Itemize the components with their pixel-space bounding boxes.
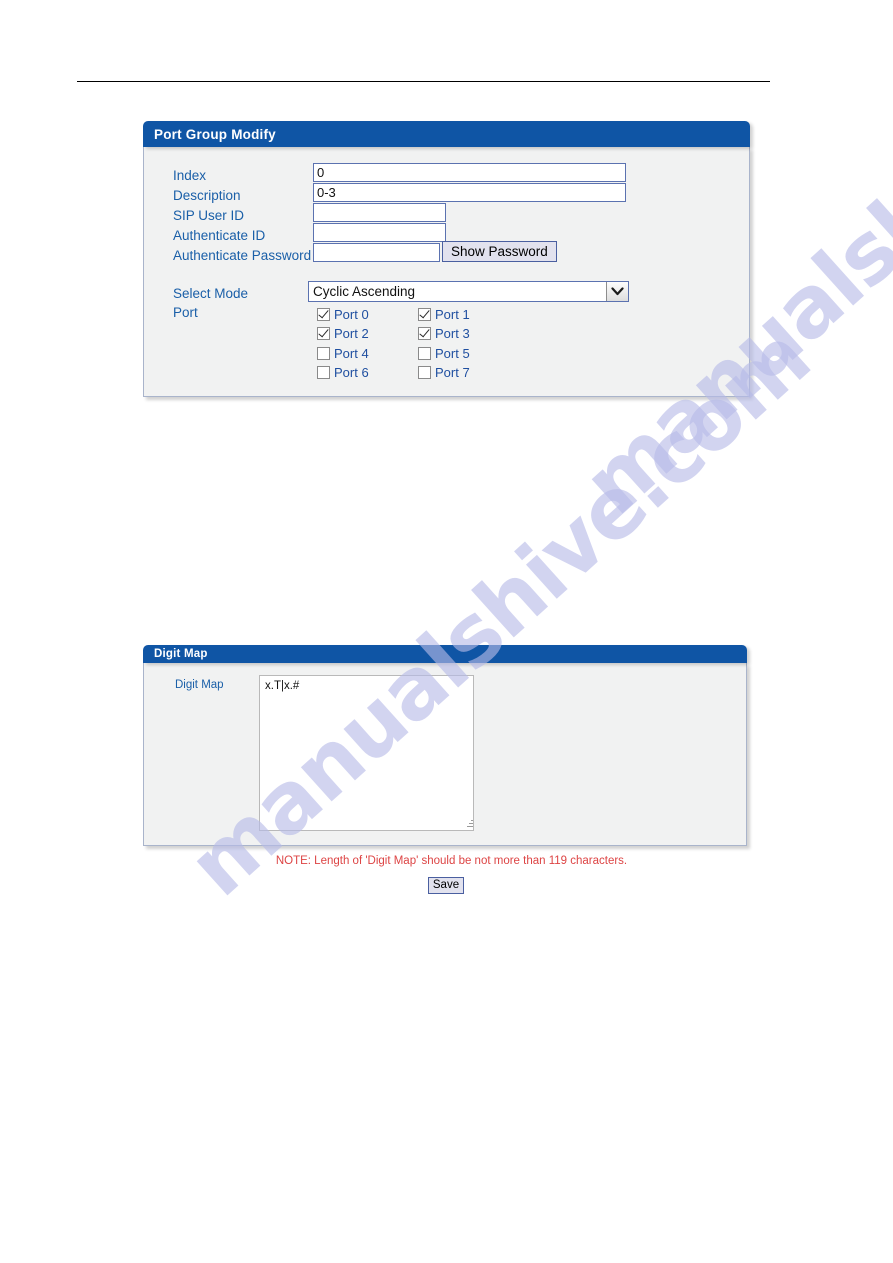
digit-map-note-text: NOTE: Length of 'Digit Map' should be no… xyxy=(275,855,628,867)
port-checkbox-label: Port 7 xyxy=(435,365,470,380)
sip-user-id-input[interactable] xyxy=(313,203,446,222)
description-label: Description xyxy=(173,187,241,203)
port-checkbox-label: Port 2 xyxy=(334,326,369,341)
index-input[interactable] xyxy=(313,163,626,182)
description-row: Description xyxy=(173,185,313,205)
save-button[interactable]: Save xyxy=(428,877,464,894)
checkbox-unchecked-icon[interactable] xyxy=(317,366,330,379)
checkbox-checked-icon[interactable] xyxy=(418,327,431,340)
authenticate-id-label: Authenticate ID xyxy=(173,227,266,243)
sip-user-id-row: SIP User ID xyxy=(173,205,313,225)
port-checkbox-label: Port 4 xyxy=(334,345,369,361)
authenticate-id-input[interactable] xyxy=(313,223,446,242)
port-checkbox-3[interactable]: Port 3 xyxy=(418,325,470,343)
select-mode-value: Cyclic Ascending xyxy=(313,284,416,299)
select-mode-dropdown[interactable]: Cyclic Ascending xyxy=(308,281,629,302)
checkbox-checked-icon[interactable] xyxy=(317,327,330,340)
port-group-panel-header: Port Group Modify xyxy=(143,121,750,147)
port-group-panel-title: Port Group Modify xyxy=(154,126,276,142)
authenticate-id-row: Authenticate ID xyxy=(173,225,313,245)
checkbox-checked-icon[interactable] xyxy=(317,307,330,321)
show-password-button[interactable]: Show Password xyxy=(442,241,557,262)
port-checkbox-6[interactable]: Port 6 xyxy=(317,364,369,382)
port-checkbox-4[interactable]: Port 4 xyxy=(317,344,369,362)
checkbox-checked-icon[interactable] xyxy=(418,307,431,321)
checkbox-unchecked-icon[interactable] xyxy=(418,366,431,379)
digit-map-textarea[interactable]: x.T|x.# xyxy=(259,675,474,831)
digit-map-note: NOTE: Length of 'Digit Map' should be no… xyxy=(0,855,893,867)
digit-map-panel-body: Digit Map x.T|x.# xyxy=(143,663,747,846)
digit-map-panel-title: Digit Map xyxy=(154,648,208,660)
index-label: Index xyxy=(173,167,207,183)
port-checkbox-label: Port 5 xyxy=(435,345,470,361)
port-label: Port xyxy=(173,304,198,320)
chevron-down-icon xyxy=(606,282,628,301)
port-checkbox-1[interactable]: Port 1 xyxy=(418,305,470,323)
port-checkbox-label: Port 1 xyxy=(435,306,470,322)
authenticate-password-row: Authenticate Password xyxy=(173,245,313,265)
page-header-rule xyxy=(77,81,770,82)
authenticate-password-input[interactable] xyxy=(313,243,440,262)
port-checkbox-label: Port 6 xyxy=(334,365,369,380)
select-mode-label: Select Mode xyxy=(173,285,249,301)
select-mode-row: Select Mode xyxy=(173,283,313,303)
authenticate-password-label: Authenticate Password xyxy=(173,247,312,263)
description-input[interactable] xyxy=(313,183,626,202)
port-checkbox-0[interactable]: Port 0 xyxy=(317,305,369,323)
checkbox-unchecked-icon[interactable] xyxy=(317,346,330,360)
port-row: Port xyxy=(173,302,313,322)
checkbox-unchecked-icon[interactable] xyxy=(418,346,431,360)
port-checkbox-7[interactable]: Port 7 xyxy=(418,364,470,382)
port-checkbox-5[interactable]: Port 5 xyxy=(418,344,470,362)
sip-user-id-label: SIP User ID xyxy=(173,207,245,223)
port-group-panel-body: Index Description SIP User ID Authentica… xyxy=(143,147,750,397)
port-checkbox-label: Port 0 xyxy=(334,306,369,322)
digit-map-panel-header: Digit Map xyxy=(143,645,747,663)
index-row: Index xyxy=(173,165,313,185)
digit-map-field-label: Digit Map xyxy=(175,679,224,691)
port-checkbox-label: Port 3 xyxy=(435,326,470,341)
port-checkbox-2[interactable]: Port 2 xyxy=(317,325,369,343)
